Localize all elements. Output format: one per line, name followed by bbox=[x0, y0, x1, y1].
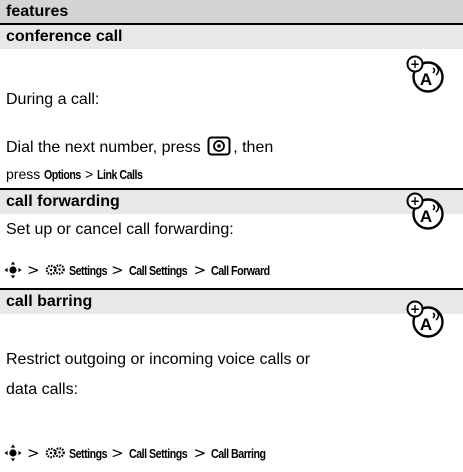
path-separator: > bbox=[193, 444, 207, 462]
path-separator: > bbox=[27, 261, 40, 279]
svg-text:+: + bbox=[410, 302, 420, 316]
page-header: features bbox=[0, 0, 463, 23]
call-barring-intro-line-1: Restrict outgoing or incoming voice call… bbox=[6, 351, 311, 368]
call-barring-menu-path: > Settings > Call Settings > Call Barrin… bbox=[4, 443, 278, 463]
section-title-conference-call: conference call bbox=[0, 25, 463, 49]
settings-gears-icon bbox=[45, 447, 65, 459]
step-text: , then bbox=[233, 139, 274, 156]
menu-option-options: Options bbox=[44, 167, 81, 182]
path-separator: > bbox=[27, 444, 40, 462]
section-title-text: conference call bbox=[6, 28, 123, 45]
svg-text:A: A bbox=[420, 207, 432, 226]
menu-option-link-calls: Link Calls bbox=[97, 167, 143, 182]
menu-option-call-settings: Call Settings bbox=[128, 445, 188, 461]
svg-text:+: + bbox=[410, 194, 420, 208]
menu-option-call-settings: Call Settings bbox=[128, 262, 188, 278]
network-feature-icon: + A bbox=[406, 55, 444, 93]
step-text: Dial the next number, press bbox=[6, 139, 201, 156]
manual-page: features conference call + A During a ca… bbox=[0, 0, 463, 472]
menu-option-settings: Settings bbox=[68, 445, 108, 461]
path-separator: > bbox=[111, 444, 124, 462]
settings-gears-icon bbox=[45, 264, 65, 276]
network-feature-icon: + A bbox=[406, 300, 444, 338]
menu-option-settings: Settings bbox=[68, 262, 108, 278]
menu-option-call-barring: Call Barring bbox=[211, 445, 266, 461]
path-separator: > bbox=[193, 261, 207, 279]
navigation-key-icon bbox=[4, 261, 22, 279]
step-text: press bbox=[6, 166, 41, 182]
call-forwarding-intro: Set up or cancel call forwarding: bbox=[6, 221, 234, 238]
conference-call-step-1: Dial the next number, press , then bbox=[6, 136, 273, 157]
conference-call-step-2: press Options > Link Calls bbox=[6, 166, 153, 182]
svg-text:A: A bbox=[420, 315, 432, 334]
navigation-key-icon bbox=[4, 444, 22, 462]
conference-call-intro: During a call: bbox=[6, 91, 100, 108]
path-separator: > bbox=[111, 261, 124, 279]
network-feature-icon: + A bbox=[406, 192, 444, 230]
send-key-icon bbox=[207, 136, 231, 156]
section-title-call-barring: call barring bbox=[0, 290, 463, 314]
call-forwarding-menu-path: > Settings > Call Settings > Call Forwar… bbox=[4, 260, 283, 280]
call-barring-intro-line-2: data calls: bbox=[6, 381, 79, 398]
path-separator: > bbox=[85, 166, 94, 182]
menu-option-call-forward: Call Forward bbox=[211, 262, 270, 278]
svg-text:+: + bbox=[410, 57, 420, 71]
svg-text:A: A bbox=[420, 70, 432, 89]
section-title-text: call barring bbox=[6, 293, 93, 310]
page-title: features bbox=[6, 3, 69, 20]
section-title-call-forwarding: call forwarding bbox=[0, 190, 463, 214]
section-title-text: call forwarding bbox=[6, 193, 120, 210]
